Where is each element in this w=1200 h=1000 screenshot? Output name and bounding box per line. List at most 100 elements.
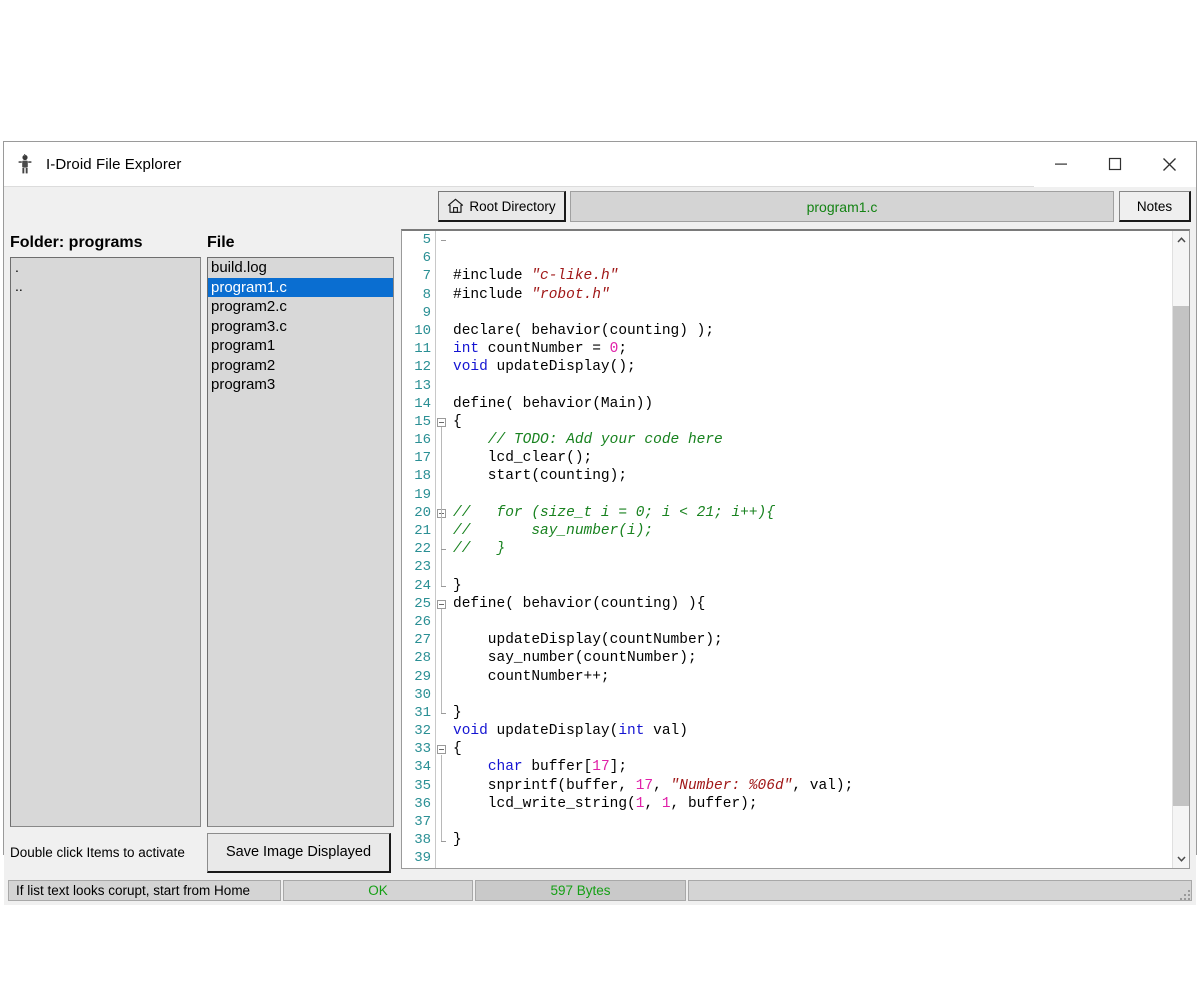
- code-line: [449, 849, 1172, 867]
- close-icon: [1162, 157, 1177, 172]
- line-number: 23: [402, 558, 436, 576]
- fold-end-tick: [441, 586, 446, 587]
- droid-icon: [14, 153, 36, 175]
- close-button[interactable]: [1142, 142, 1196, 187]
- home-icon: [447, 198, 464, 214]
- line-number: 29: [402, 668, 436, 686]
- line-number: 28: [402, 649, 436, 667]
- main-content: Folder: programs ... Double click Items …: [4, 229, 1196, 879]
- scrollbar-thumb[interactable]: [1173, 306, 1189, 806]
- file-list-item[interactable]: program3.c: [208, 317, 393, 337]
- fold-toggle-icon[interactable]: [437, 418, 446, 427]
- code-editor[interactable]: 5678910111213141516171819202122232425262…: [401, 229, 1190, 869]
- chevron-up-icon: [1177, 237, 1186, 243]
- file-list: build.logprogram1.cprogram2.cprogram3.cp…: [208, 258, 393, 826]
- code-line: start(counting);: [449, 467, 1172, 485]
- code-line: [449, 231, 1172, 249]
- line-number-gutter: 5678910111213141516171819202122232425262…: [402, 231, 436, 868]
- code-line: // for (size_t i = 0; i < 21; i++){: [449, 504, 1172, 522]
- code-line: }: [449, 704, 1172, 722]
- line-number: 13: [402, 377, 436, 395]
- fold-end-tick: [441, 549, 446, 550]
- fold-guide-line: [441, 427, 442, 586]
- save-image-displayed-button[interactable]: Save Image Displayed: [207, 833, 391, 873]
- code-line: }: [449, 831, 1172, 849]
- code-line: define( behavior(counting) ){: [449, 595, 1172, 613]
- code-line: int countNumber = 0;: [449, 340, 1172, 358]
- double-click-hint: Double click Items to activate: [10, 827, 201, 879]
- fold-guide-line: [441, 755, 442, 841]
- file-list-item[interactable]: program3: [208, 375, 393, 395]
- resize-grip[interactable]: [1179, 889, 1192, 902]
- code-line: [449, 686, 1172, 704]
- notes-button[interactable]: Notes: [1119, 191, 1191, 222]
- app-window: I-Droid File Explorer: [3, 141, 1197, 855]
- line-number: 7: [402, 267, 436, 285]
- code-line: updateDisplay(countNumber);: [449, 631, 1172, 649]
- fold-guide-line: [441, 609, 442, 713]
- folder-list-item[interactable]: .: [11, 258, 200, 277]
- code-line: [449, 813, 1172, 831]
- fold-toggle-icon[interactable]: [437, 745, 446, 754]
- status-message: If list text looks corupt, start from Ho…: [8, 880, 281, 901]
- line-number: 36: [402, 795, 436, 813]
- code-text-area[interactable]: #include "c-like.h"#include "robot.h" de…: [449, 231, 1172, 868]
- line-number: 8: [402, 286, 436, 304]
- line-number: 16: [402, 431, 436, 449]
- status-filesize: 597 Bytes: [475, 880, 686, 901]
- line-number: 9: [402, 304, 436, 322]
- window-title: I-Droid File Explorer: [46, 156, 1034, 173]
- current-file-label: program1.c: [807, 199, 878, 215]
- root-directory-button[interactable]: Root Directory: [438, 191, 566, 222]
- line-number: 26: [402, 613, 436, 631]
- current-file-tab[interactable]: program1.c: [570, 191, 1114, 222]
- fold-end-tick: [441, 240, 446, 241]
- file-list-item[interactable]: program2: [208, 356, 393, 376]
- editor-vertical-scrollbar[interactable]: [1172, 231, 1189, 868]
- folder-list-item[interactable]: ..: [11, 277, 200, 296]
- status-bar: If list text looks corupt, start from Ho…: [4, 879, 1196, 905]
- minimize-icon: [1054, 157, 1068, 171]
- fold-guide-line: [441, 518, 442, 549]
- file-listbox[interactable]: build.logprogram1.cprogram2.cprogram3.cp…: [207, 257, 394, 827]
- chevron-down-icon: [1177, 856, 1186, 862]
- line-number: 22: [402, 540, 436, 558]
- folder-pane: Folder: programs ... Double click Items …: [4, 229, 201, 879]
- line-number: 15: [402, 413, 436, 431]
- line-number: 39: [402, 849, 436, 867]
- code-line: [449, 377, 1172, 395]
- toolbar: Root Directory program1.c Notes: [4, 187, 1196, 229]
- line-number: 30: [402, 686, 436, 704]
- code-line: [449, 486, 1172, 504]
- file-pane: File build.logprogram1.cprogram2.cprogra…: [201, 229, 394, 879]
- code-line: char buffer[17];: [449, 758, 1172, 776]
- line-number: 33: [402, 740, 436, 758]
- code-line: void updateDisplay(int val): [449, 722, 1172, 740]
- scroll-up-button[interactable]: [1173, 231, 1189, 248]
- folder-listbox[interactable]: ...: [10, 257, 201, 827]
- code-line: // TODO: Add your code here: [449, 431, 1172, 449]
- code-folding-column[interactable]: [436, 231, 449, 868]
- code-line: say_number(countNumber);: [449, 649, 1172, 667]
- fold-toggle-icon[interactable]: [437, 600, 446, 609]
- file-list-item[interactable]: program1: [208, 336, 393, 356]
- file-list-item[interactable]: program1.c: [208, 278, 393, 298]
- line-number: 27: [402, 631, 436, 649]
- minimize-button[interactable]: [1034, 142, 1088, 187]
- line-number: 14: [402, 395, 436, 413]
- maximize-button[interactable]: [1088, 142, 1142, 187]
- code-line: [449, 304, 1172, 322]
- code-line: lcd_clear();: [449, 449, 1172, 467]
- file-list-item[interactable]: program2.c: [208, 297, 393, 317]
- maximize-icon: [1108, 157, 1122, 171]
- code-line: void updateDisplay();: [449, 358, 1172, 376]
- line-number: 24: [402, 577, 436, 595]
- file-list-item[interactable]: build.log: [208, 258, 393, 278]
- code-line: lcd_write_string(1, 1, buffer);: [449, 795, 1172, 813]
- code-line: // }: [449, 540, 1172, 558]
- line-number: 6: [402, 249, 436, 267]
- line-number: 31: [402, 704, 436, 722]
- scroll-down-button[interactable]: [1173, 851, 1189, 868]
- line-number: 11: [402, 340, 436, 358]
- code-line: }: [449, 577, 1172, 595]
